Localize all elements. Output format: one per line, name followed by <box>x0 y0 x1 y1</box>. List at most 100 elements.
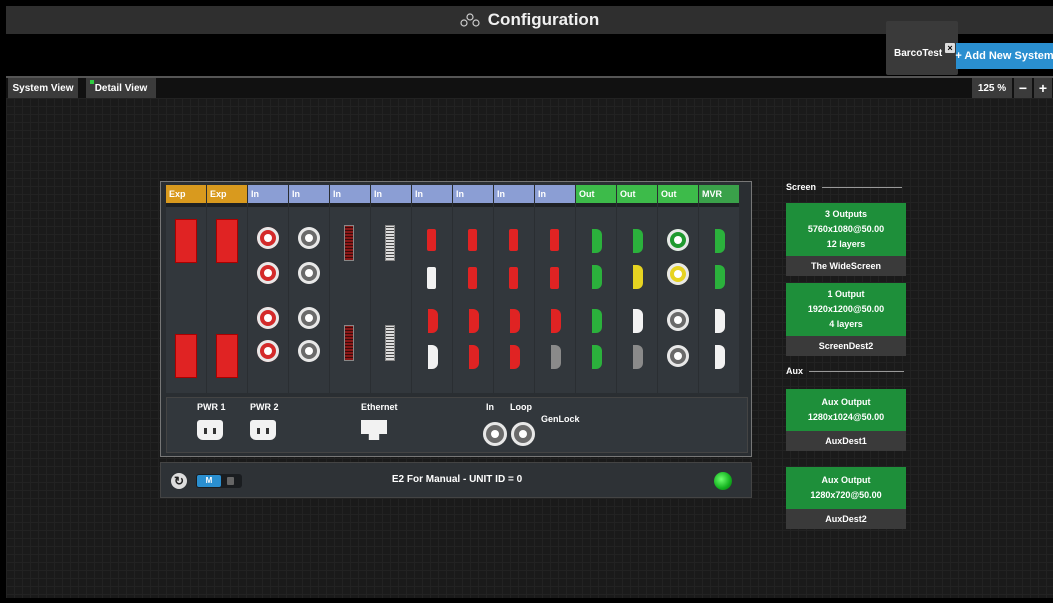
device-status-bar: ↻ M E2 For Manual - UNIT ID = 0 <box>160 462 752 498</box>
slot-in[interactable]: In <box>412 185 452 393</box>
sdi-connector[interactable] <box>592 345 602 369</box>
hdmi-connector[interactable] <box>550 267 559 289</box>
slot-body <box>494 207 534 393</box>
exp-connector[interactable] <box>216 219 238 263</box>
hdmi-connector[interactable] <box>427 267 436 289</box>
resolution: 1920x1200@50.00 <box>807 304 885 314</box>
bnc-connector[interactable] <box>667 263 689 285</box>
slot-in[interactable]: In <box>453 185 493 393</box>
sdi-connector[interactable] <box>715 309 725 333</box>
ethernet-port-icon[interactable] <box>361 420 387 440</box>
slot-header: In <box>535 185 575 203</box>
dvi-connector[interactable] <box>344 225 354 261</box>
slot-out[interactable]: Out <box>576 185 616 393</box>
sdi-connector[interactable] <box>715 345 725 369</box>
bnc-connector[interactable] <box>298 340 320 362</box>
sdi-connector[interactable] <box>428 309 438 333</box>
sdi-connector[interactable] <box>510 309 520 333</box>
dvi-connector[interactable] <box>344 325 354 361</box>
sdi-connector[interactable] <box>633 229 643 253</box>
slot-body <box>166 207 206 393</box>
hdmi-connector[interactable] <box>468 229 477 251</box>
slot-exp[interactable]: Exp <box>166 185 206 393</box>
slot-in[interactable]: In <box>289 185 329 393</box>
bnc-connector[interactable] <box>257 262 279 284</box>
exp-connector[interactable] <box>175 219 197 263</box>
exp-connector[interactable] <box>216 334 238 378</box>
screen-section-title: Screen <box>786 182 817 192</box>
sdi-connector[interactable] <box>551 345 561 369</box>
slot-header: In <box>248 185 288 203</box>
sdi-connector[interactable] <box>633 309 643 333</box>
slot-body <box>617 207 657 393</box>
hdmi-connector[interactable] <box>509 229 518 251</box>
hdmi-connector[interactable] <box>550 229 559 251</box>
app-window: Configuration BarcoTest × + Add New Syst… <box>0 0 1053 603</box>
bnc-connector[interactable] <box>257 307 279 329</box>
slot-out[interactable]: Out <box>617 185 657 393</box>
ethernet-label: Ethernet <box>361 402 398 412</box>
tab-system-view[interactable]: System View <box>8 78 78 98</box>
genlock-loop-label: Loop <box>510 402 532 412</box>
sdi-connector[interactable] <box>633 265 643 289</box>
hdmi-connector[interactable] <box>427 229 436 251</box>
slot-exp[interactable]: Exp <box>207 185 247 393</box>
hdmi-connector[interactable] <box>468 267 477 289</box>
zoom-in-button[interactable]: + <box>1034 78 1052 98</box>
sdi-connector[interactable] <box>715 229 725 253</box>
screen-destination-card[interactable]: 3 Outputs 5760x1080@50.00 12 layers The … <box>786 203 906 276</box>
sdi-connector[interactable] <box>469 345 479 369</box>
device-chassis[interactable]: Exp Exp In In In In In In In In Out Out Out MVR PWR 1… <box>160 181 752 457</box>
hdmi-connector[interactable] <box>509 267 518 289</box>
destination-name: ScreenDest2 <box>818 341 874 351</box>
sdi-connector[interactable] <box>428 345 438 369</box>
slot-in[interactable]: In <box>330 185 370 393</box>
sdi-connector[interactable] <box>469 309 479 333</box>
outputs-count: 1 Output <box>827 289 865 299</box>
sdi-connector[interactable] <box>510 345 520 369</box>
bnc-connector[interactable] <box>298 307 320 329</box>
slot-header: Out <box>576 185 616 203</box>
slot-body <box>207 207 247 393</box>
zoom-out-button[interactable]: − <box>1014 78 1032 98</box>
sdi-connector[interactable] <box>592 309 602 333</box>
sdi-connector[interactable] <box>592 229 602 253</box>
genlock-in-connector[interactable] <box>483 422 507 446</box>
sdi-connector[interactable] <box>551 309 561 333</box>
slot-in[interactable]: In <box>535 185 575 393</box>
slot-mvr[interactable]: MVR <box>699 185 739 393</box>
bnc-connector[interactable] <box>667 229 689 251</box>
power-socket-1-icon[interactable] <box>197 420 223 440</box>
tab-detail-view[interactable]: Detail View <box>86 78 156 98</box>
screen-destination-card[interactable]: 1 Output 1920x1200@50.00 4 layers Screen… <box>786 283 906 356</box>
slot-in[interactable]: In <box>248 185 288 393</box>
system-tab-barcotest[interactable]: BarcoTest × <box>886 21 958 75</box>
close-icon[interactable]: × <box>945 43 955 53</box>
bnc-connector[interactable] <box>298 227 320 249</box>
aux-destination-card[interactable]: Aux Output 1280x720@50.00 AuxDest2 <box>786 467 906 529</box>
slot-body <box>453 207 493 393</box>
sdi-connector[interactable] <box>592 265 602 289</box>
aux-destination-card[interactable]: Aux Output 1280x1024@50.00 AuxDest1 <box>786 389 906 451</box>
bnc-connector[interactable] <box>257 340 279 362</box>
sdi-connector[interactable] <box>715 265 725 289</box>
power-socket-2-icon[interactable] <box>250 420 276 440</box>
slot-out[interactable]: Out <box>658 185 698 393</box>
slot-in[interactable]: In <box>371 185 411 393</box>
add-new-system-button[interactable]: + Add New System <box>955 43 1053 69</box>
slot-in[interactable]: In <box>494 185 534 393</box>
bnc-connector[interactable] <box>298 262 320 284</box>
bnc-connector[interactable] <box>257 227 279 249</box>
aux-output-title: Aux Output <box>821 475 871 485</box>
exp-connector[interactable] <box>175 334 197 378</box>
slot-header: In <box>330 185 370 203</box>
slot-body <box>699 207 739 393</box>
dvi-connector[interactable] <box>385 225 395 261</box>
dvi-connector[interactable] <box>385 325 395 361</box>
bnc-connector[interactable] <box>667 309 689 331</box>
genlock-loop-connector[interactable] <box>511 422 535 446</box>
system-tab-label: BarcoTest <box>894 48 943 59</box>
slot-header: Out <box>658 185 698 203</box>
bnc-connector[interactable] <box>667 345 689 367</box>
sdi-connector[interactable] <box>633 345 643 369</box>
